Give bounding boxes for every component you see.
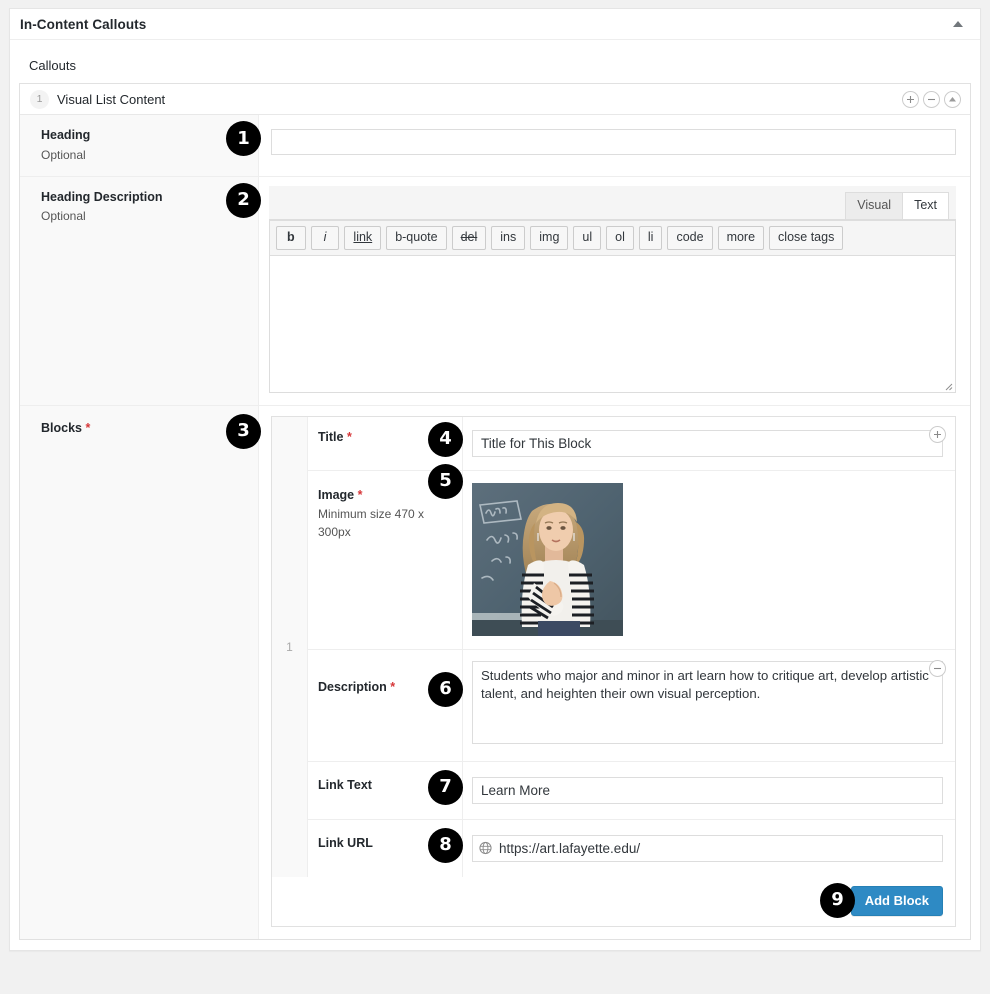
block-field-title: Title * 4 xyxy=(308,416,955,471)
required-asterisk: * xyxy=(357,487,363,502)
blocks-label: Blocks * xyxy=(41,420,248,438)
quicktag-ins[interactable]: ins xyxy=(491,225,526,250)
block-field-link-url: Link URL 8 xyxy=(308,819,955,877)
block-title-label-cell: Title * 4 xyxy=(308,416,463,470)
blocks-repeater: 1 Title * 4 Title for This Block Image *… xyxy=(271,415,956,927)
block-fields: Title * 4 Title for This Block Image * M… xyxy=(308,416,955,877)
block-description-cell xyxy=(463,649,955,761)
block-field-description: Description * 6 xyxy=(308,649,955,762)
block-image-hint: Minimum size 470 x 300px xyxy=(318,507,425,539)
block-image-label-text: Image xyxy=(318,487,355,502)
blocks-label-text: Blocks xyxy=(41,420,82,435)
quicktag-code[interactable]: code xyxy=(667,225,713,250)
quicktag-more[interactable]: more xyxy=(717,225,765,250)
add-block-row-button[interactable] xyxy=(929,425,946,443)
text-editor: b i link b-quote del ins img ul ol li co xyxy=(269,218,956,393)
required-asterisk: * xyxy=(85,420,91,435)
callout-badge-8: 8 xyxy=(428,827,463,863)
block-title-input[interactable] xyxy=(472,429,943,457)
heading-input[interactable] xyxy=(271,129,956,155)
triangle-up-icon[interactable] xyxy=(944,90,961,108)
repeater-row-controls xyxy=(902,84,961,114)
callout-badge-3: 3 xyxy=(226,413,261,449)
block-image-label-cell: Image * Minimum size 470 x 300px 5 xyxy=(308,463,463,649)
quicktag-li[interactable]: li xyxy=(638,225,663,250)
heading-input-cell xyxy=(259,115,970,176)
heading-label-cell: Heading Optional 1 xyxy=(20,115,261,176)
quicktag-b[interactable]: b xyxy=(276,225,306,250)
block-row-number: 1 xyxy=(272,416,308,877)
block-description-label-cell: Description * 6 xyxy=(308,649,463,761)
callouts-group-label: Callouts xyxy=(29,58,76,73)
minus-icon[interactable] xyxy=(923,90,940,108)
block-link-url-label-cell: Link URL 8 xyxy=(308,819,463,877)
quicktag-b-quote[interactable]: b-quote xyxy=(386,225,447,250)
chevron-up-icon[interactable] xyxy=(944,9,972,39)
heading-label: Heading xyxy=(41,128,91,142)
repeater-row-index: 1 xyxy=(30,89,49,109)
tab-visual[interactable]: Visual xyxy=(845,191,904,219)
heading-description-text: Optional xyxy=(41,147,86,162)
editor-mode-tabs: Visual Text xyxy=(269,185,956,219)
block-description-label-text: Description xyxy=(318,679,387,694)
quicktag-img[interactable]: img xyxy=(530,225,569,250)
callout-badge-1: 1 xyxy=(226,121,261,156)
quicktag-ul[interactable]: ul xyxy=(573,225,602,250)
block-link-text-label-cell: Link Text 7 xyxy=(308,761,463,819)
metabox-body: Callouts 1 Visual List Content Heading O… xyxy=(10,40,980,950)
blocks-footer: 9 Add Block xyxy=(272,876,955,926)
field-row-heading-description: Heading Description Optional 2 Visual Te… xyxy=(20,176,970,406)
block-row: 1 Title * 4 Title for This Block Image *… xyxy=(272,416,955,877)
remove-block-row-button[interactable] xyxy=(929,659,946,677)
block-link-url-cell xyxy=(463,819,955,877)
heading-description-label: Heading Description xyxy=(41,189,163,204)
page-root: In-Content Callouts Callouts 1 Visual Li… xyxy=(0,0,990,994)
callout-badge-2: 2 xyxy=(226,182,261,218)
repeater-row-header: 1 Visual List Content xyxy=(20,84,970,115)
field-row-heading: Heading Optional 1 xyxy=(20,115,970,177)
tab-text[interactable]: Text xyxy=(902,191,949,219)
block-link-text-input[interactable] xyxy=(472,776,943,804)
blocks-repeater-cell: 1 Title * 4 Title for This Block Image *… xyxy=(259,405,970,939)
page-title: In-Content Callouts xyxy=(20,16,147,32)
block-link-url-wrapper xyxy=(472,834,943,862)
block-image-thumbnail[interactable] xyxy=(472,482,623,636)
block-link-text-cell xyxy=(463,761,955,819)
editor-textarea[interactable] xyxy=(270,254,955,392)
callouts-repeater: 1 Visual List Content Heading Optional 1… xyxy=(19,83,971,940)
block-title-label-text: Title xyxy=(318,429,344,444)
quicktags-toolbar: b i link b-quote del ins img ul ol li co xyxy=(270,219,955,255)
block-field-link-text: Link Text 7 xyxy=(308,761,955,820)
callout-badge-4: 4 xyxy=(428,421,463,457)
heading-description-optional-text: Optional xyxy=(41,209,86,224)
blocks-label-cell: Blocks * 3 xyxy=(20,405,261,939)
callout-badge-6: 6 xyxy=(428,671,463,707)
repeater-row-title: Visual List Content xyxy=(57,91,166,107)
required-asterisk: * xyxy=(390,679,396,694)
heading-description-label-cell: Heading Description Optional 2 xyxy=(20,176,261,405)
quicktag-i[interactable]: i xyxy=(310,225,340,250)
quicktag-link[interactable]: link xyxy=(344,225,382,250)
field-row-blocks: Blocks * 3 1 Title * 4 Title for This Bl… xyxy=(20,405,970,939)
resize-handle-icon[interactable] xyxy=(941,379,953,391)
quicktag-close-tags[interactable]: close tags xyxy=(769,225,844,250)
plus-icon[interactable] xyxy=(902,90,919,108)
metabox-header: In-Content Callouts xyxy=(10,9,980,40)
block-description-textarea[interactable] xyxy=(472,660,943,744)
block-image-cell xyxy=(463,470,955,649)
block-title-input-cell xyxy=(463,416,955,470)
quicktag-ol[interactable]: ol xyxy=(606,225,634,250)
callout-badge-5: 5 xyxy=(428,463,463,499)
callout-badge-7: 7 xyxy=(428,769,463,805)
callout-badge-9: 9 xyxy=(820,882,855,918)
required-asterisk: * xyxy=(346,429,352,444)
block-link-url-input[interactable] xyxy=(472,834,943,862)
quicktag-del[interactable]: del xyxy=(451,225,487,250)
metabox-in-content-callouts: In-Content Callouts Callouts 1 Visual Li… xyxy=(9,8,981,951)
block-field-image: Image * Minimum size 470 x 300px 5 xyxy=(308,463,955,650)
heading-description-editor-cell: Visual Text b i link b-quote del ins img… xyxy=(259,176,970,405)
add-block-button[interactable]: Add Block xyxy=(850,885,943,916)
